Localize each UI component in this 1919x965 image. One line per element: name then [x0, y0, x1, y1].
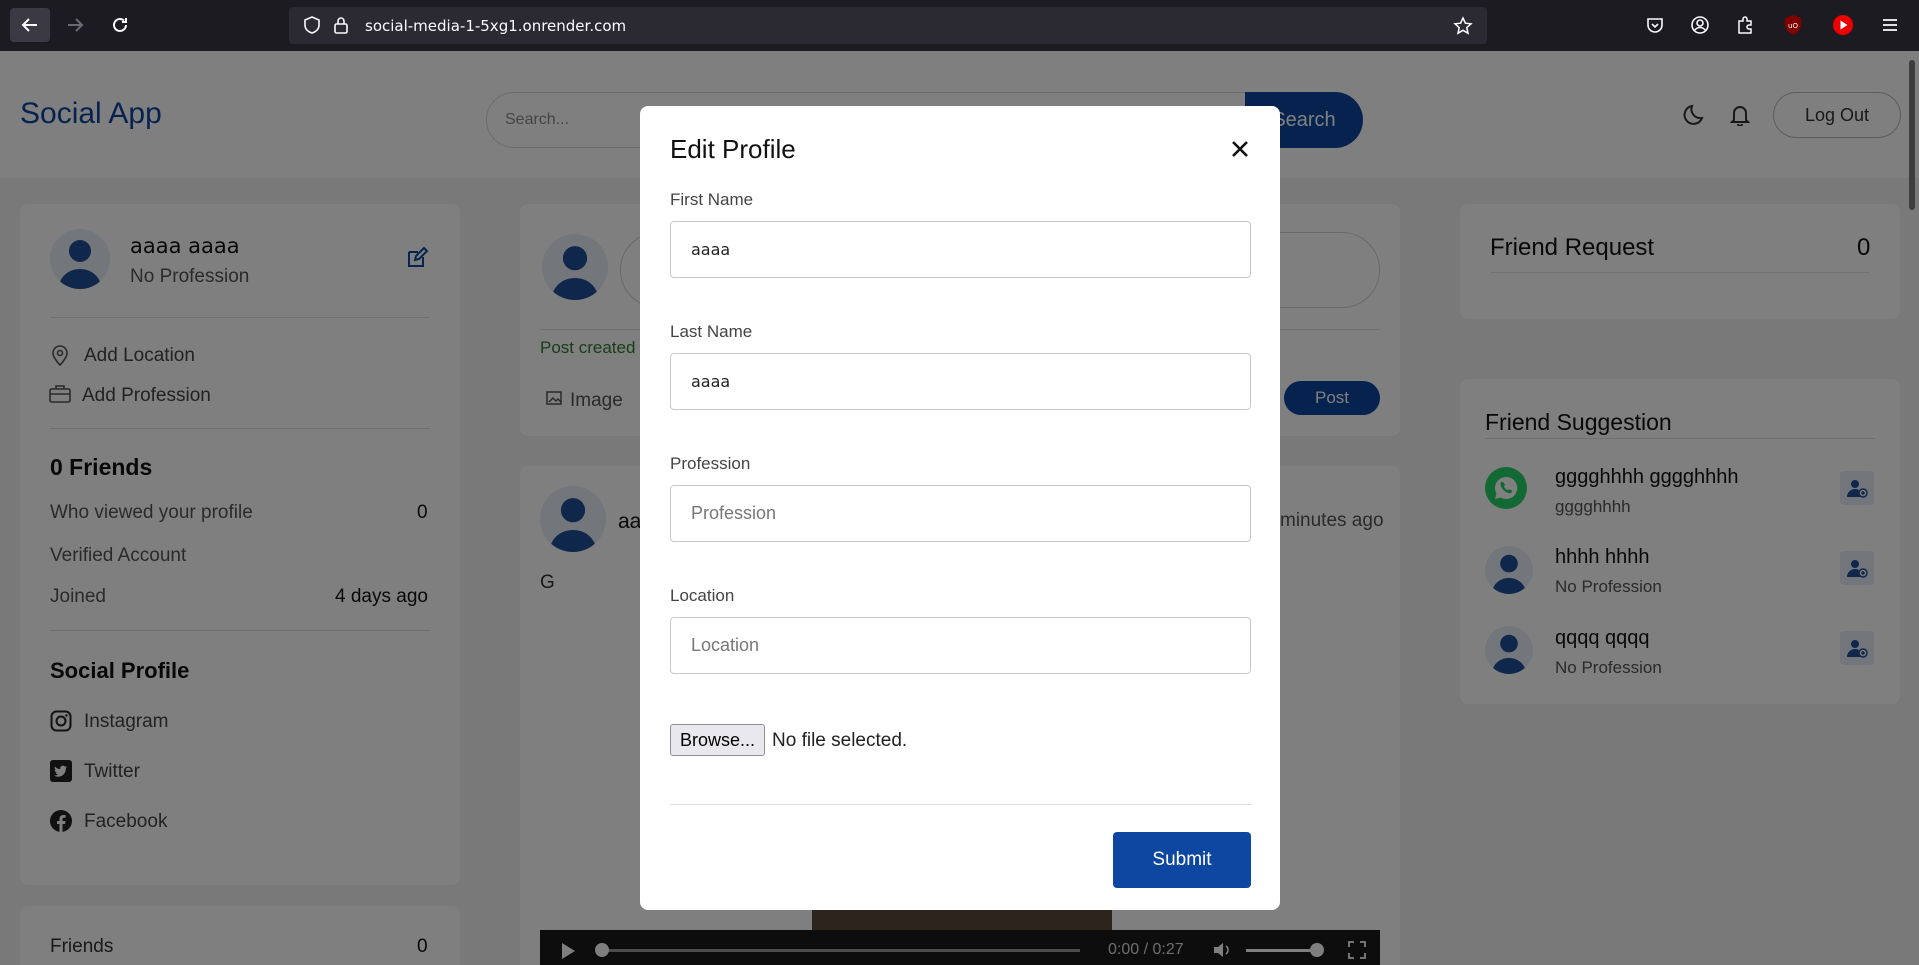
modal-title: Edit Profile [670, 134, 796, 164]
reload-button[interactable] [100, 8, 140, 42]
pocket-icon[interactable] [1645, 15, 1665, 35]
file-status-text: No file selected. [772, 730, 908, 751]
ublock-origin-icon[interactable]: uO [1783, 14, 1803, 36]
browse-file-button[interactable]: Browse... [670, 724, 765, 756]
location-label: Location [670, 586, 735, 605]
first-name-field[interactable] [670, 221, 1251, 278]
profession-field[interactable] [670, 485, 1251, 542]
url-bar[interactable]: social-media-1-5xg1.onrender.com [289, 7, 1487, 44]
bookmark-star-icon[interactable] [1453, 16, 1473, 36]
last-name-label: Last Name [670, 322, 753, 341]
shield-icon[interactable] [303, 16, 321, 34]
location-field[interactable] [670, 617, 1251, 674]
hamburger-menu-icon[interactable] [1880, 15, 1900, 35]
reload-icon [113, 17, 127, 32]
last-name-field[interactable] [670, 353, 1251, 410]
arrow-left-icon [21, 18, 37, 32]
browser-toolbar: social-media-1-5xg1.onrender.com uO [0, 0, 1919, 51]
extensions-icon[interactable] [1735, 15, 1755, 35]
first-name-label: First Name [670, 190, 754, 209]
back-button[interactable] [10, 8, 50, 42]
forward-button[interactable] [55, 8, 95, 42]
submit-button[interactable]: Submit [1113, 832, 1251, 888]
close-button[interactable] [1225, 134, 1255, 164]
profession-label: Profession [670, 454, 751, 473]
lock-icon[interactable] [333, 16, 349, 34]
arrow-right-icon [68, 18, 84, 32]
edit-profile-modal: Edit Profile First Name Last Name Profes… [640, 106, 1280, 910]
divider [670, 804, 1251, 805]
url-text: social-media-1-5xg1.onrender.com [365, 17, 627, 35]
svg-text:uO: uO [1788, 22, 1798, 30]
youtube-extension-icon[interactable] [1832, 14, 1854, 36]
close-icon [1232, 141, 1248, 157]
account-icon[interactable] [1690, 15, 1710, 35]
